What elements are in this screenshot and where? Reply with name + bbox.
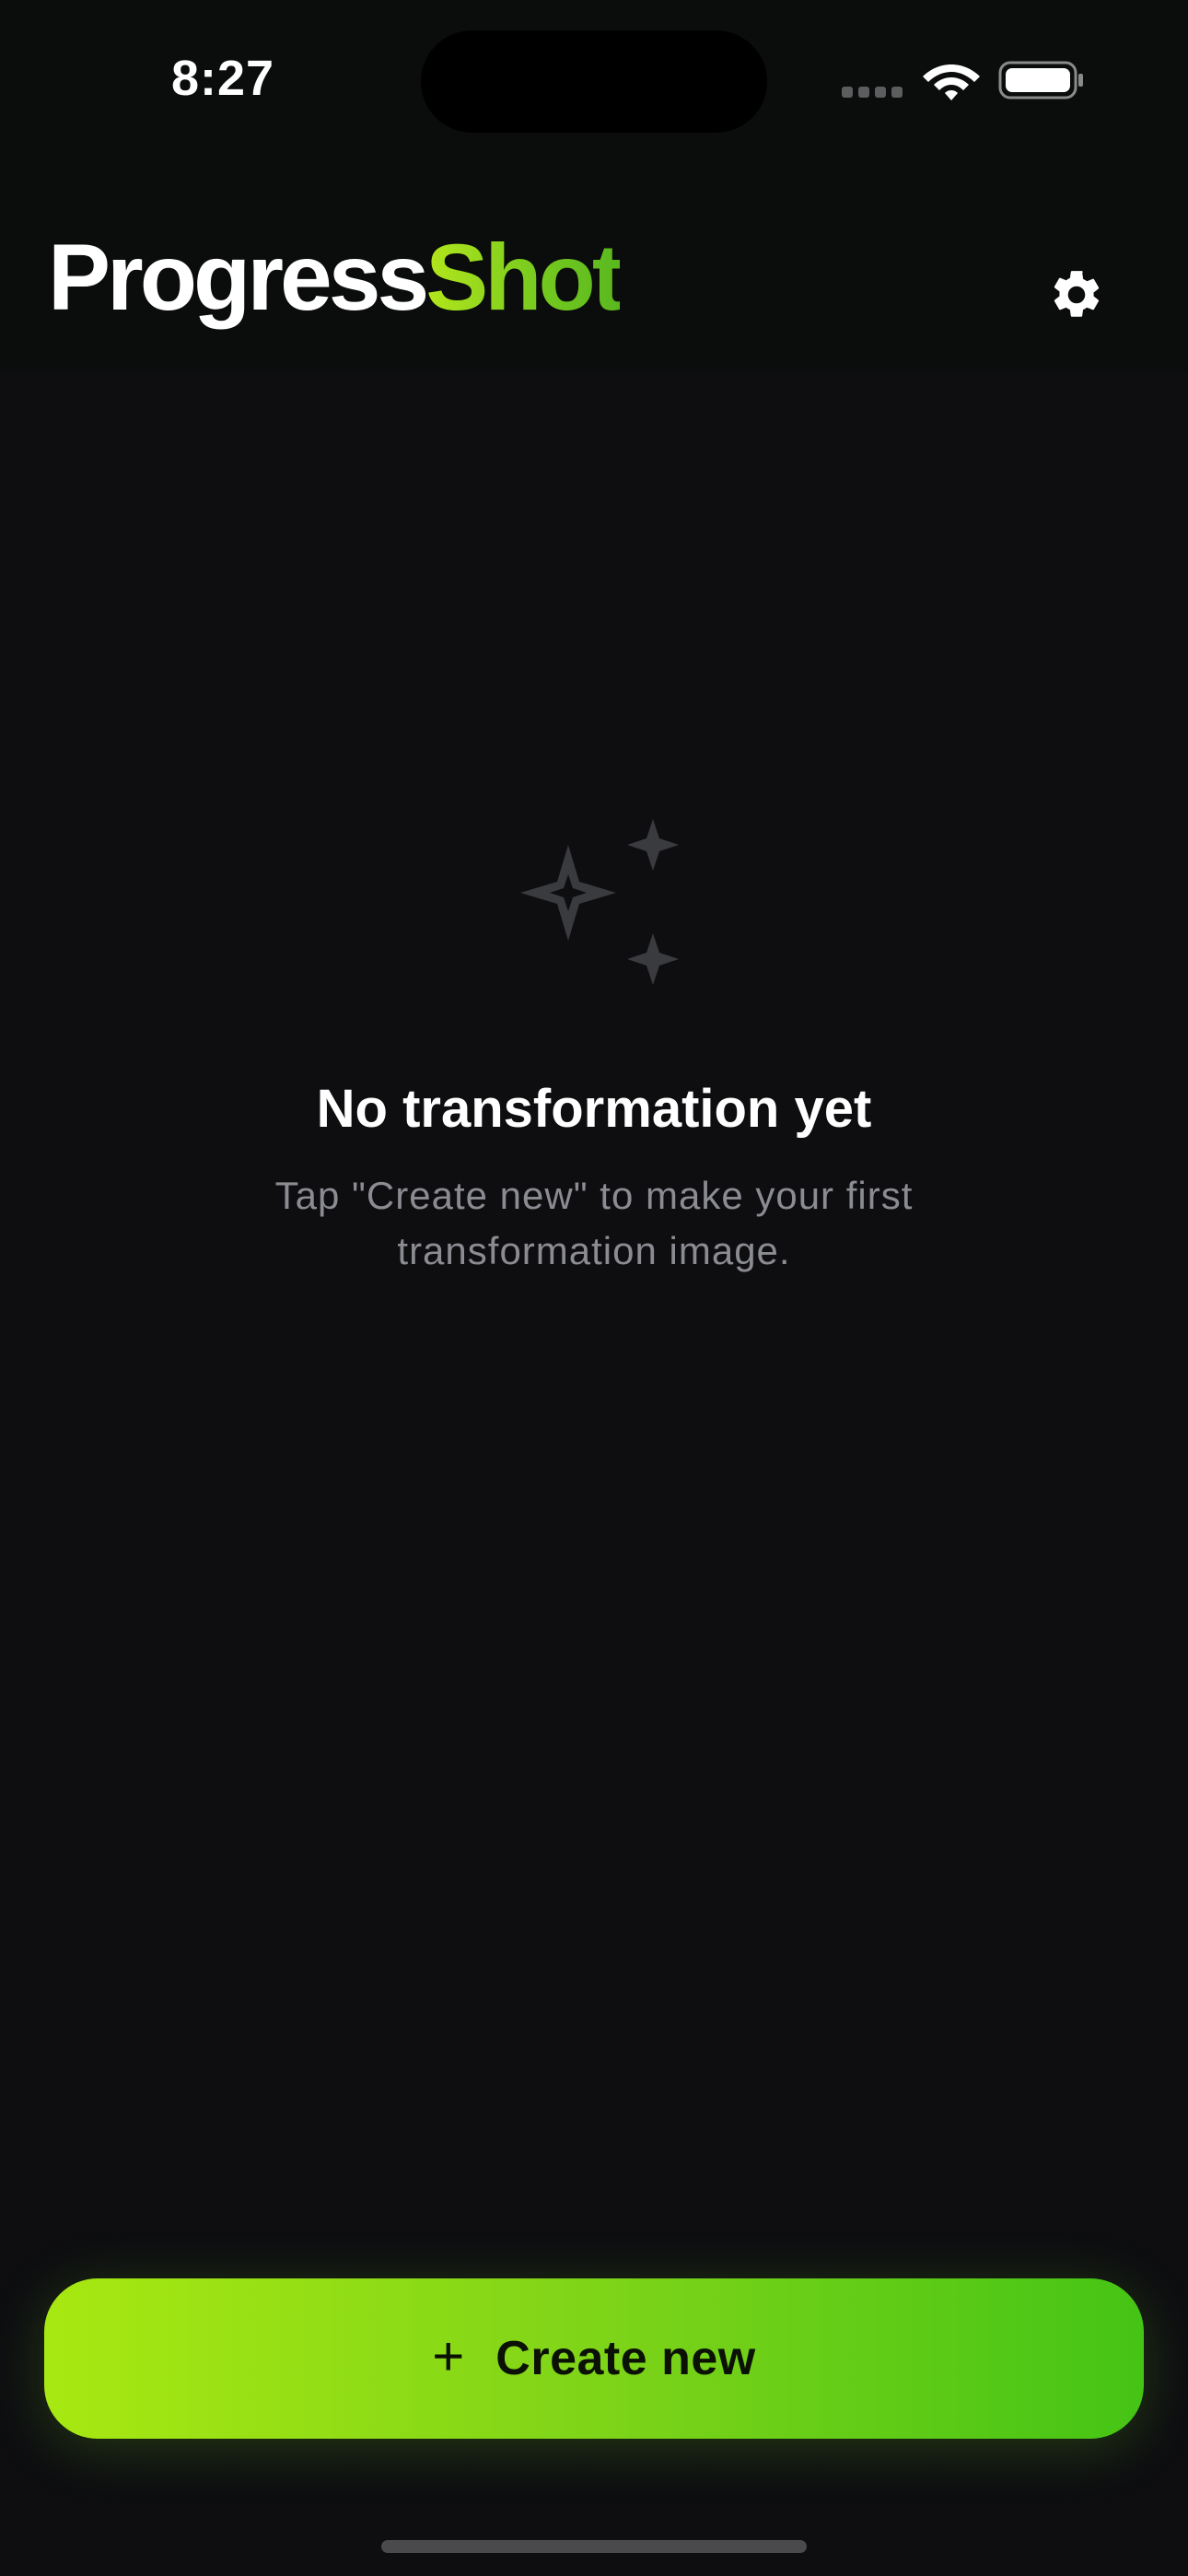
cellular-signal-icon — [842, 87, 904, 98]
logo-text-progress: Progress — [48, 225, 429, 330]
app-logo: ProgressShot — [48, 230, 623, 324]
status-time: 8:27 — [171, 51, 275, 106]
wifi-icon — [923, 64, 980, 100]
sparkles-icon — [520, 819, 679, 985]
create-new-button[interactable]: + Create new — [44, 2278, 1144, 2439]
app-screen: 8:27 ProgressShot No transformation yet … — [0, 0, 1188, 2576]
gear-icon[interactable] — [1048, 266, 1105, 323]
battery-icon — [998, 61, 1083, 100]
home-indicator[interactable] — [381, 2540, 807, 2553]
empty-state-description: Tap "Create new" to make your first tran… — [274, 1174, 914, 1272]
empty-state-title: No transformation yet — [316, 1079, 872, 1139]
create-new-label: Create new — [495, 2332, 756, 2385]
dynamic-island — [421, 30, 767, 133]
logo-text-shot: Shot — [425, 225, 623, 330]
top-bar: 8:27 ProgressShot — [0, 0, 1188, 372]
plus-icon: + — [432, 2324, 465, 2387]
